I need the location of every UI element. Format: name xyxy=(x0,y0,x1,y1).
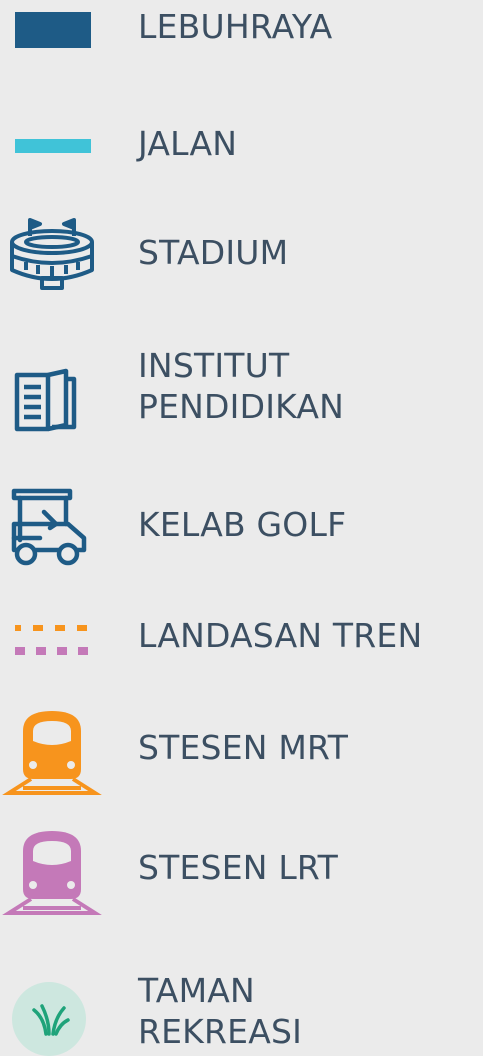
train-icon xyxy=(2,705,102,795)
train-icon xyxy=(2,825,102,915)
legend-item-stadium: STADIUM xyxy=(0,218,483,293)
legend-label-line: INSTITUT xyxy=(138,346,290,385)
legend-label: LANDASAN TREN xyxy=(138,616,423,655)
legend-label: STESEN LRT xyxy=(138,848,338,887)
legend-label: STESEN MRT xyxy=(138,728,349,767)
legend-item-lrt-station: STESEN LRT xyxy=(0,825,483,915)
legend-label: STADIUM xyxy=(138,233,289,272)
golf-cart-icon xyxy=(10,488,90,568)
map-legend: LEBUHRAYA JALAN STADIUM INSTITUT PENDIDI… xyxy=(0,0,483,1056)
legend-item-park: TAMAN REKREASI xyxy=(0,970,483,1056)
legend-item-golf-club: KELAB GOLF xyxy=(0,488,483,568)
park-grass-icon xyxy=(12,982,86,1056)
legend-label: LEBUHRAYA xyxy=(138,7,333,46)
book-icon xyxy=(14,368,78,433)
highway-line-icon xyxy=(15,12,91,48)
legend-label-line: PENDIDIKAN xyxy=(138,387,345,426)
legend-item-rail-track: LANDASAN TREN xyxy=(0,615,483,675)
legend-label-line: TAMAN xyxy=(138,971,255,1010)
legend-label: JALAN xyxy=(138,124,238,163)
legend-item-highway: LEBUHRAYA xyxy=(0,0,483,60)
road-line-icon xyxy=(15,139,91,153)
legend-label: KELAB GOLF xyxy=(138,505,347,544)
legend-label-multiline: TAMAN REKREASI xyxy=(138,970,302,1052)
legend-label-line: REKREASI xyxy=(138,1012,303,1051)
dashed-rail-line-icon xyxy=(15,625,95,655)
stadium-icon xyxy=(8,218,96,290)
legend-label-multiline: INSTITUT PENDIDIKAN xyxy=(138,345,344,427)
legend-item-road: JALAN xyxy=(0,115,483,175)
legend-item-education: INSTITUT PENDIDIKAN xyxy=(0,345,483,435)
legend-item-mrt-station: STESEN MRT xyxy=(0,705,483,795)
